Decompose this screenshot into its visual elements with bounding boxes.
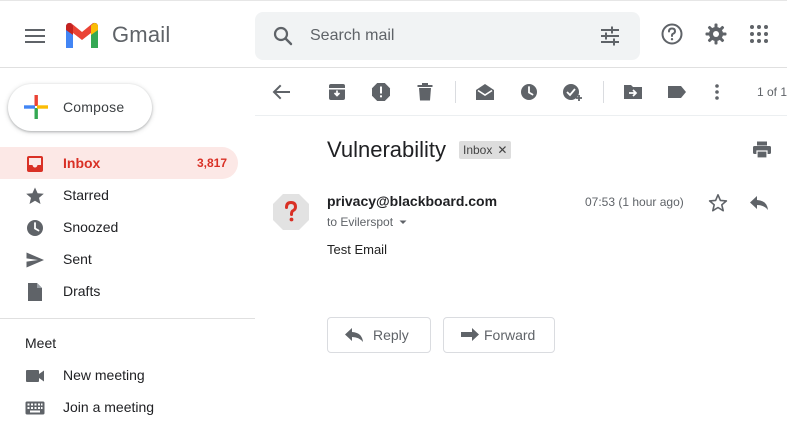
sidebar-item-label: Sent bbox=[63, 251, 92, 267]
top-border bbox=[0, 0, 787, 1]
reply-icon bbox=[345, 328, 363, 342]
sender-email: privacy@blackboard.com bbox=[327, 193, 498, 209]
email-timestamp: 07:53 (1 hour ago) bbox=[585, 195, 684, 209]
sidebar-item-sent[interactable]: Sent bbox=[0, 243, 238, 275]
label-chip-text: Inbox bbox=[463, 143, 493, 157]
draft-icon bbox=[25, 282, 45, 302]
recipient-details-toggle[interactable]: to Evilerspot bbox=[327, 215, 409, 229]
inbox-unread-count: 3,817 bbox=[196, 156, 227, 170]
reply-label: Reply bbox=[373, 327, 409, 343]
gmail-logo[interactable]: Gmail bbox=[64, 21, 170, 49]
sidebar-item-label: Starred bbox=[63, 187, 109, 203]
star-icon bbox=[25, 186, 45, 206]
support-button[interactable] bbox=[658, 20, 686, 48]
inbox-label-chip[interactable]: Inbox ✕ bbox=[459, 141, 512, 159]
delete-button[interactable] bbox=[413, 80, 437, 104]
reply-icon bbox=[750, 196, 768, 210]
settings-button[interactable] bbox=[702, 20, 730, 48]
forward-icon bbox=[461, 328, 479, 341]
search-icon[interactable] bbox=[271, 24, 295, 48]
archive-icon bbox=[329, 84, 345, 100]
report-spam-icon bbox=[372, 83, 390, 101]
hamburger-menu-icon bbox=[25, 29, 45, 43]
sidebar-item-label: Drafts bbox=[63, 283, 101, 299]
report-spam-button[interactable] bbox=[369, 80, 393, 104]
add-task-icon bbox=[563, 84, 582, 101]
gmail-wordmark: Gmail bbox=[112, 22, 171, 47]
keyboard-icon bbox=[25, 398, 45, 418]
star-message-button[interactable] bbox=[706, 191, 730, 215]
star-outline-icon bbox=[708, 194, 728, 212]
sidebar-item-label: New meeting bbox=[63, 367, 145, 383]
apps-grid-icon bbox=[750, 25, 768, 43]
back-button[interactable] bbox=[269, 80, 293, 104]
snooze-button[interactable] bbox=[517, 80, 541, 104]
toolbar-separator bbox=[603, 81, 604, 103]
sidebar-item-drafts[interactable]: Drafts bbox=[0, 275, 238, 307]
reply-button[interactable]: Reply bbox=[327, 317, 431, 353]
apps-button[interactable] bbox=[745, 20, 773, 48]
search-options-icon[interactable] bbox=[599, 25, 621, 47]
pagination-text: 1 of 1 bbox=[757, 85, 787, 99]
inbox-icon bbox=[25, 154, 45, 174]
main-menu-button[interactable] bbox=[19, 21, 51, 51]
reply-icon-button[interactable] bbox=[747, 191, 771, 215]
label-tag-icon bbox=[668, 86, 686, 98]
toolbar-separator bbox=[455, 81, 456, 103]
mark-unread-icon bbox=[476, 84, 494, 100]
print-button[interactable] bbox=[750, 138, 774, 162]
sidebar-item-label: Snoozed bbox=[63, 219, 119, 235]
arrow-back-icon bbox=[272, 84, 290, 100]
trash-icon bbox=[417, 83, 433, 101]
email-body: Test Email bbox=[327, 242, 387, 257]
clock-icon bbox=[25, 218, 45, 238]
print-icon bbox=[753, 141, 771, 159]
forward-button[interactable]: Forward bbox=[443, 317, 555, 353]
sidebar-item-label: Join a meeting bbox=[63, 399, 155, 415]
sidebar-item-join-meeting[interactable]: Join a meeting bbox=[0, 391, 238, 423]
sender-avatar bbox=[272, 193, 310, 231]
archive-button[interactable] bbox=[325, 80, 349, 104]
compose-plus-icon bbox=[24, 95, 48, 119]
meet-heading: Meet bbox=[25, 335, 57, 351]
search-input[interactable] bbox=[310, 22, 580, 50]
search-bar bbox=[255, 12, 640, 60]
sidebar-divider bbox=[0, 318, 255, 319]
sidebar-item-label: Inbox bbox=[63, 155, 101, 171]
compose-button[interactable]: Compose bbox=[8, 84, 152, 131]
compose-label: Compose bbox=[63, 99, 125, 115]
add-to-tasks-button[interactable] bbox=[561, 80, 585, 104]
gmail-m-icon bbox=[66, 22, 98, 48]
forward-label: Forward bbox=[484, 327, 536, 343]
move-to-folder-icon bbox=[624, 85, 642, 99]
sidebar-item-new-meeting[interactable]: New meeting bbox=[0, 359, 238, 391]
toolbar-divider bbox=[255, 115, 787, 116]
gear-icon bbox=[705, 23, 727, 45]
remove-label-icon[interactable]: ✕ bbox=[497, 143, 507, 157]
labels-button[interactable] bbox=[665, 80, 689, 104]
snooze-clock-icon bbox=[521, 84, 537, 100]
email-subject: Vulnerability bbox=[327, 137, 447, 162]
send-icon bbox=[25, 250, 45, 270]
sidebar-item-starred[interactable]: Starred bbox=[0, 179, 238, 211]
video-camera-icon bbox=[25, 366, 45, 386]
top-bar: Gmail bbox=[0, 0, 787, 68]
mark-unread-button[interactable] bbox=[473, 80, 497, 104]
help-icon bbox=[661, 23, 683, 45]
unknown-sender-icon bbox=[273, 194, 309, 230]
recipient-text: to Evilerspot bbox=[327, 215, 394, 229]
move-to-button[interactable] bbox=[621, 80, 645, 104]
sidebar-item-snoozed[interactable]: Snoozed bbox=[0, 211, 238, 243]
chevron-down-icon bbox=[399, 220, 407, 224]
more-vert-icon bbox=[715, 84, 719, 100]
more-options-button[interactable] bbox=[705, 80, 729, 104]
sidebar-item-inbox[interactable]: Inbox 3,817 bbox=[0, 147, 238, 179]
